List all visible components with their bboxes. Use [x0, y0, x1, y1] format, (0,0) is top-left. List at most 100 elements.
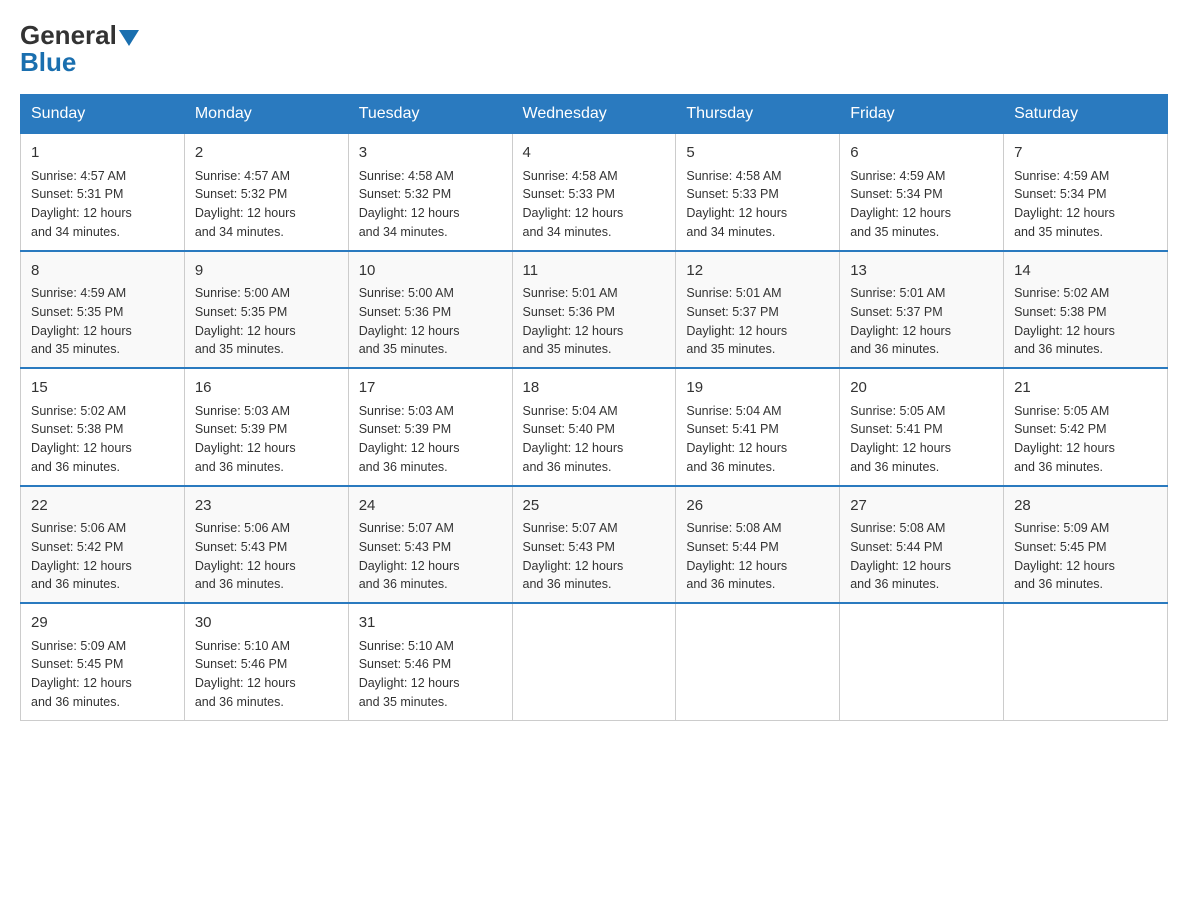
day-info: Sunrise: 5:07 AMSunset: 5:43 PMDaylight:…	[523, 519, 666, 594]
day-info: Sunrise: 5:01 AMSunset: 5:36 PMDaylight:…	[523, 284, 666, 359]
calendar-cell: 7Sunrise: 4:59 AMSunset: 5:34 PMDaylight…	[1004, 134, 1168, 251]
calendar-cell: 21Sunrise: 5:05 AMSunset: 5:42 PMDayligh…	[1004, 368, 1168, 486]
day-number: 21	[1014, 377, 1157, 400]
logo-blue-text: Blue	[20, 47, 76, 78]
day-number: 22	[31, 495, 174, 518]
day-info: Sunrise: 5:02 AMSunset: 5:38 PMDaylight:…	[1014, 284, 1157, 359]
calendar-cell: 31Sunrise: 5:10 AMSunset: 5:46 PMDayligh…	[348, 603, 512, 720]
day-info: Sunrise: 5:10 AMSunset: 5:46 PMDaylight:…	[359, 637, 502, 712]
day-number: 4	[523, 142, 666, 165]
day-number: 12	[686, 260, 829, 283]
day-number: 26	[686, 495, 829, 518]
calendar-cell: 6Sunrise: 4:59 AMSunset: 5:34 PMDaylight…	[840, 134, 1004, 251]
calendar-cell: 28Sunrise: 5:09 AMSunset: 5:45 PMDayligh…	[1004, 486, 1168, 604]
calendar-cell: 14Sunrise: 5:02 AMSunset: 5:38 PMDayligh…	[1004, 251, 1168, 369]
calendar-cell: 18Sunrise: 5:04 AMSunset: 5:40 PMDayligh…	[512, 368, 676, 486]
calendar-cell	[676, 603, 840, 720]
calendar-week-4: 22Sunrise: 5:06 AMSunset: 5:42 PMDayligh…	[21, 486, 1168, 604]
day-info: Sunrise: 5:06 AMSunset: 5:43 PMDaylight:…	[195, 519, 338, 594]
day-info: Sunrise: 5:04 AMSunset: 5:40 PMDaylight:…	[523, 402, 666, 477]
calendar-cell: 10Sunrise: 5:00 AMSunset: 5:36 PMDayligh…	[348, 251, 512, 369]
calendar-cell: 19Sunrise: 5:04 AMSunset: 5:41 PMDayligh…	[676, 368, 840, 486]
day-info: Sunrise: 4:58 AMSunset: 5:33 PMDaylight:…	[523, 167, 666, 242]
day-info: Sunrise: 5:08 AMSunset: 5:44 PMDaylight:…	[850, 519, 993, 594]
day-info: Sunrise: 5:00 AMSunset: 5:36 PMDaylight:…	[359, 284, 502, 359]
day-info: Sunrise: 4:59 AMSunset: 5:35 PMDaylight:…	[31, 284, 174, 359]
day-info: Sunrise: 5:02 AMSunset: 5:38 PMDaylight:…	[31, 402, 174, 477]
day-number: 9	[195, 260, 338, 283]
calendar-cell: 15Sunrise: 5:02 AMSunset: 5:38 PMDayligh…	[21, 368, 185, 486]
day-info: Sunrise: 5:00 AMSunset: 5:35 PMDaylight:…	[195, 284, 338, 359]
day-number: 5	[686, 142, 829, 165]
day-info: Sunrise: 5:07 AMSunset: 5:43 PMDaylight:…	[359, 519, 502, 594]
logo: General Blue	[20, 20, 139, 78]
day-info: Sunrise: 4:57 AMSunset: 5:32 PMDaylight:…	[195, 167, 338, 242]
calendar-cell: 3Sunrise: 4:58 AMSunset: 5:32 PMDaylight…	[348, 134, 512, 251]
day-number: 3	[359, 142, 502, 165]
day-info: Sunrise: 4:59 AMSunset: 5:34 PMDaylight:…	[1014, 167, 1157, 242]
calendar-cell: 20Sunrise: 5:05 AMSunset: 5:41 PMDayligh…	[840, 368, 1004, 486]
calendar-cell: 17Sunrise: 5:03 AMSunset: 5:39 PMDayligh…	[348, 368, 512, 486]
calendar-cell	[512, 603, 676, 720]
day-number: 11	[523, 260, 666, 283]
day-number: 19	[686, 377, 829, 400]
day-number: 15	[31, 377, 174, 400]
header-friday: Friday	[840, 95, 1004, 134]
header-saturday: Saturday	[1004, 95, 1168, 134]
page-header: General Blue	[20, 20, 1168, 78]
calendar-cell: 5Sunrise: 4:58 AMSunset: 5:33 PMDaylight…	[676, 134, 840, 251]
header-row: SundayMondayTuesdayWednesdayThursdayFrid…	[21, 95, 1168, 134]
calendar-cell: 8Sunrise: 4:59 AMSunset: 5:35 PMDaylight…	[21, 251, 185, 369]
day-info: Sunrise: 5:06 AMSunset: 5:42 PMDaylight:…	[31, 519, 174, 594]
calendar-week-5: 29Sunrise: 5:09 AMSunset: 5:45 PMDayligh…	[21, 603, 1168, 720]
calendar-cell: 1Sunrise: 4:57 AMSunset: 5:31 PMDaylight…	[21, 134, 185, 251]
day-number: 6	[850, 142, 993, 165]
day-number: 23	[195, 495, 338, 518]
day-number: 8	[31, 260, 174, 283]
calendar-cell: 9Sunrise: 5:00 AMSunset: 5:35 PMDaylight…	[184, 251, 348, 369]
day-number: 31	[359, 612, 502, 635]
day-info: Sunrise: 5:09 AMSunset: 5:45 PMDaylight:…	[31, 637, 174, 712]
day-number: 27	[850, 495, 993, 518]
day-number: 2	[195, 142, 338, 165]
day-number: 24	[359, 495, 502, 518]
calendar-cell: 11Sunrise: 5:01 AMSunset: 5:36 PMDayligh…	[512, 251, 676, 369]
calendar-week-2: 8Sunrise: 4:59 AMSunset: 5:35 PMDaylight…	[21, 251, 1168, 369]
day-info: Sunrise: 4:59 AMSunset: 5:34 PMDaylight:…	[850, 167, 993, 242]
header-monday: Monday	[184, 95, 348, 134]
day-number: 14	[1014, 260, 1157, 283]
logo-triangle-icon	[119, 30, 139, 46]
day-number: 1	[31, 142, 174, 165]
day-number: 29	[31, 612, 174, 635]
calendar-week-3: 15Sunrise: 5:02 AMSunset: 5:38 PMDayligh…	[21, 368, 1168, 486]
calendar-cell: 26Sunrise: 5:08 AMSunset: 5:44 PMDayligh…	[676, 486, 840, 604]
calendar-cell	[1004, 603, 1168, 720]
day-number: 10	[359, 260, 502, 283]
calendar-cell: 27Sunrise: 5:08 AMSunset: 5:44 PMDayligh…	[840, 486, 1004, 604]
day-info: Sunrise: 5:05 AMSunset: 5:42 PMDaylight:…	[1014, 402, 1157, 477]
day-info: Sunrise: 4:58 AMSunset: 5:32 PMDaylight:…	[359, 167, 502, 242]
calendar-cell	[840, 603, 1004, 720]
calendar-cell: 24Sunrise: 5:07 AMSunset: 5:43 PMDayligh…	[348, 486, 512, 604]
day-info: Sunrise: 5:01 AMSunset: 5:37 PMDaylight:…	[850, 284, 993, 359]
day-info: Sunrise: 5:09 AMSunset: 5:45 PMDaylight:…	[1014, 519, 1157, 594]
day-info: Sunrise: 5:04 AMSunset: 5:41 PMDaylight:…	[686, 402, 829, 477]
day-number: 16	[195, 377, 338, 400]
calendar-cell: 13Sunrise: 5:01 AMSunset: 5:37 PMDayligh…	[840, 251, 1004, 369]
calendar-table: SundayMondayTuesdayWednesdayThursdayFrid…	[20, 94, 1168, 721]
day-number: 7	[1014, 142, 1157, 165]
day-number: 30	[195, 612, 338, 635]
calendar-cell: 16Sunrise: 5:03 AMSunset: 5:39 PMDayligh…	[184, 368, 348, 486]
calendar-cell: 12Sunrise: 5:01 AMSunset: 5:37 PMDayligh…	[676, 251, 840, 369]
day-info: Sunrise: 5:01 AMSunset: 5:37 PMDaylight:…	[686, 284, 829, 359]
day-info: Sunrise: 5:08 AMSunset: 5:44 PMDaylight:…	[686, 519, 829, 594]
header-thursday: Thursday	[676, 95, 840, 134]
day-number: 13	[850, 260, 993, 283]
calendar-cell: 2Sunrise: 4:57 AMSunset: 5:32 PMDaylight…	[184, 134, 348, 251]
header-tuesday: Tuesday	[348, 95, 512, 134]
day-number: 28	[1014, 495, 1157, 518]
day-info: Sunrise: 5:05 AMSunset: 5:41 PMDaylight:…	[850, 402, 993, 477]
calendar-cell: 23Sunrise: 5:06 AMSunset: 5:43 PMDayligh…	[184, 486, 348, 604]
day-info: Sunrise: 5:03 AMSunset: 5:39 PMDaylight:…	[195, 402, 338, 477]
calendar-cell: 22Sunrise: 5:06 AMSunset: 5:42 PMDayligh…	[21, 486, 185, 604]
